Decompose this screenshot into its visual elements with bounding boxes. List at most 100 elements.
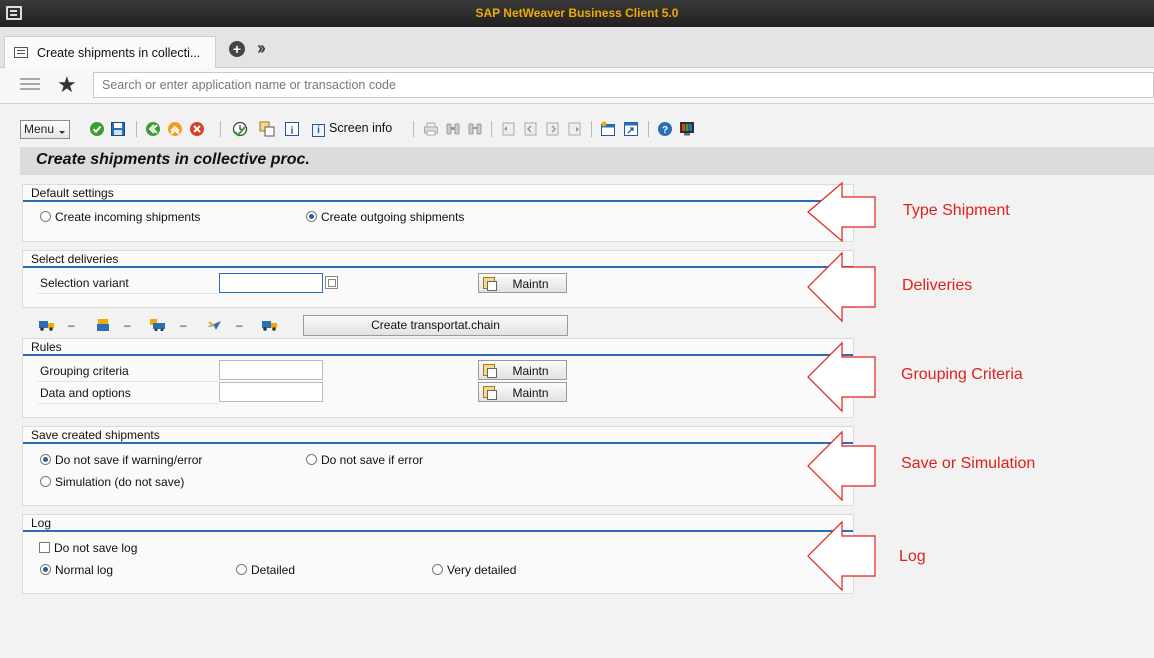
group-title: Rules bbox=[31, 340, 62, 354]
shortcut-icon[interactable] bbox=[623, 121, 639, 137]
execute-clock-icon[interactable] bbox=[232, 121, 248, 137]
menu-button[interactable]: Menu bbox=[20, 120, 70, 139]
toolbar-separator bbox=[648, 121, 649, 137]
label-underline bbox=[38, 403, 218, 404]
cancel-icon[interactable] bbox=[189, 121, 205, 137]
annotation-arrow-left-icon bbox=[807, 341, 876, 413]
annotation-type-shipment: Type Shipment bbox=[903, 202, 1010, 219]
chain-separator: – bbox=[180, 318, 187, 332]
next-page-icon[interactable] bbox=[545, 121, 561, 137]
annotation-arrow-left-icon bbox=[807, 430, 876, 502]
simulation-label: Simulation (do not save) bbox=[55, 475, 185, 489]
annotation-deliveries: Deliveries bbox=[902, 277, 973, 294]
group-divider bbox=[23, 442, 853, 444]
screen-info-button[interactable]: i Screen info bbox=[312, 121, 392, 137]
normal-log-label: Normal log bbox=[55, 563, 114, 577]
group-title: Select deliveries bbox=[31, 252, 119, 266]
maintain-selection-variant-button[interactable]: Maintn bbox=[478, 273, 567, 293]
window-title: SAP NetWeaver Business Client 5.0 bbox=[475, 6, 679, 20]
no-save-error-label: Do not save if error bbox=[321, 453, 424, 467]
data-options-field[interactable] bbox=[219, 382, 323, 402]
find-next-icon[interactable] bbox=[467, 121, 483, 137]
chain-separator: – bbox=[124, 318, 131, 332]
radio-normal-log[interactable] bbox=[40, 564, 51, 575]
tab-strip: Create shipments in collecti... bbox=[0, 27, 1154, 68]
search-input[interactable] bbox=[93, 72, 1154, 98]
shipping-point-icon bbox=[150, 319, 165, 331]
radio-very-detailed-log[interactable] bbox=[432, 564, 443, 575]
group-log: Log Do not save log Normal log Detailed … bbox=[22, 514, 854, 594]
enter-check-icon[interactable] bbox=[89, 121, 105, 137]
customize-layout-icon[interactable] bbox=[679, 121, 695, 137]
info-icon[interactable]: i bbox=[284, 121, 300, 137]
toolbar-separator bbox=[220, 121, 221, 137]
chain-separator: – bbox=[236, 318, 243, 332]
tab-create-shipments[interactable]: Create shipments in collecti... bbox=[4, 36, 216, 68]
radio-outgoing-shipments[interactable] bbox=[306, 211, 317, 222]
label-underline bbox=[38, 293, 218, 294]
group-divider bbox=[23, 530, 853, 532]
variant-icon[interactable] bbox=[259, 121, 275, 137]
incoming-shipments-label: Create incoming shipments bbox=[55, 210, 201, 224]
add-tab-icon[interactable]: + bbox=[229, 41, 245, 57]
save-icon[interactable] bbox=[110, 121, 126, 137]
new-session-icon[interactable] bbox=[600, 121, 616, 137]
radio-no-save-warning-error[interactable] bbox=[40, 454, 51, 465]
create-transport-chain-button[interactable]: Create transportat.chain bbox=[303, 315, 568, 336]
do-not-save-log-label: Do not save log bbox=[54, 541, 138, 555]
group-default-settings: Default settings Create incoming shipmen… bbox=[22, 184, 854, 242]
page-header: Create shipments in collective proc. bbox=[20, 147, 1154, 175]
selection-variant-field[interactable] bbox=[219, 273, 323, 293]
caret-down-icon bbox=[59, 131, 65, 134]
group-divider bbox=[23, 354, 853, 356]
no-save-warning-error-label: Do not save if warning/error bbox=[55, 453, 203, 467]
annotation-save-or-simulation: Save or Simulation bbox=[901, 455, 1036, 472]
group-save-shipments: Save created shipments Do not save if wa… bbox=[22, 426, 854, 506]
toolbar-separator bbox=[413, 121, 414, 137]
annotation-arrow-left-icon bbox=[807, 251, 876, 323]
list-menu-icon[interactable] bbox=[20, 78, 40, 94]
info-icon: i bbox=[312, 124, 325, 137]
detailed-log-label: Detailed bbox=[251, 563, 296, 577]
toolbar-separator bbox=[136, 121, 137, 137]
toolbar-separator bbox=[591, 121, 592, 137]
radio-incoming-shipments[interactable] bbox=[40, 211, 51, 222]
chain-separator: – bbox=[68, 318, 75, 332]
page-title: Create shipments in collective proc. bbox=[36, 151, 310, 168]
maintain-data-options-button[interactable]: Maintn bbox=[478, 382, 567, 402]
print-icon[interactable] bbox=[423, 121, 439, 137]
group-divider bbox=[23, 200, 853, 202]
button-label: Maintn bbox=[512, 364, 549, 378]
annotation-grouping-criteria: Grouping Criteria bbox=[901, 366, 1023, 383]
first-page-icon[interactable] bbox=[500, 121, 516, 137]
do-not-save-log-checkbox[interactable] bbox=[39, 542, 50, 553]
radio-simulation[interactable] bbox=[40, 476, 51, 487]
screen-info-label: Screen info bbox=[329, 121, 393, 135]
previous-page-icon[interactable] bbox=[522, 121, 538, 137]
value-help-icon[interactable] bbox=[325, 276, 338, 289]
truck-icon bbox=[262, 321, 277, 331]
find-icon[interactable] bbox=[445, 121, 461, 137]
group-title: Default settings bbox=[31, 186, 114, 200]
command-bar: ★ bbox=[0, 68, 1154, 104]
radio-no-save-error[interactable] bbox=[306, 454, 317, 465]
maintain-grouping-criteria-button[interactable]: Maintn bbox=[478, 360, 567, 380]
group-divider bbox=[23, 266, 853, 268]
double-chevron-right-icon[interactable]: ›› bbox=[257, 38, 266, 59]
window-title-bar: SAP NetWeaver Business Client 5.0 bbox=[0, 0, 1154, 27]
data-options-label: Data and options bbox=[40, 386, 131, 400]
back-icon[interactable] bbox=[145, 121, 161, 137]
list-icon bbox=[14, 47, 28, 58]
favorites-star-icon[interactable]: ★ bbox=[57, 72, 77, 98]
group-rules: Rules Grouping criteria Maintn Data and … bbox=[22, 338, 854, 418]
exit-icon[interactable] bbox=[167, 121, 183, 137]
help-icon[interactable]: ? bbox=[657, 121, 673, 137]
radio-detailed-log[interactable] bbox=[236, 564, 247, 575]
last-page-icon[interactable] bbox=[567, 121, 583, 137]
svg-text:?: ? bbox=[662, 125, 668, 136]
group-title: Save created shipments bbox=[31, 428, 160, 442]
grouping-criteria-field[interactable] bbox=[219, 360, 323, 380]
annotation-arrow-left-icon bbox=[807, 181, 876, 243]
outgoing-shipments-label: Create outgoing shipments bbox=[321, 210, 465, 224]
loading-point-icon bbox=[97, 319, 109, 331]
